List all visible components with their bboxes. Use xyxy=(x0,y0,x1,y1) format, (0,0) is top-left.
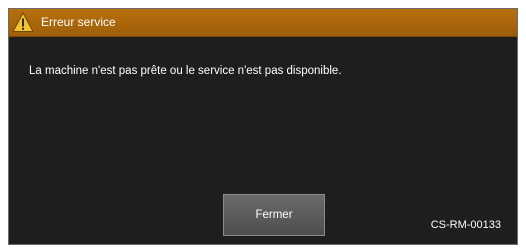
warning-icon xyxy=(12,12,34,33)
error-code: CS-RM-00133 xyxy=(430,219,501,231)
close-button[interactable]: Fermer xyxy=(223,194,325,236)
dialog-titlebar: Erreur service xyxy=(9,9,517,37)
error-message: La machine n'est pas prête ou le service… xyxy=(29,65,342,77)
error-dialog: Erreur service La machine n'est pas prêt… xyxy=(8,8,518,245)
dialog-title: Erreur service xyxy=(41,15,116,29)
